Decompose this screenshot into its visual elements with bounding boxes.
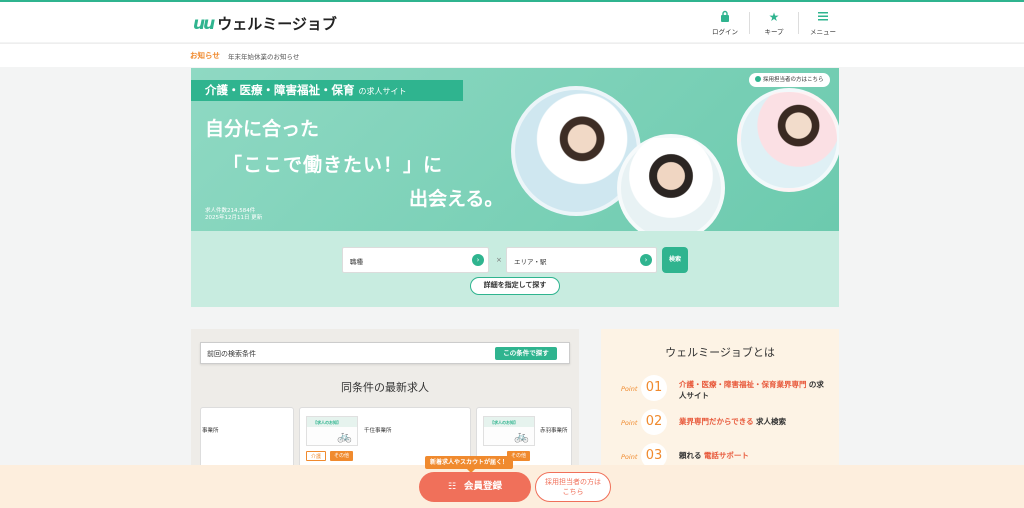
register-button[interactable]: ☷ 会員登録 <box>419 472 531 502</box>
hero-headline-2: 「ここで働きたい！」に <box>223 154 444 176</box>
point-description: 頼れる 電話サポート <box>679 450 829 461</box>
keep-label: キープ <box>764 28 784 36</box>
job-type-label: 職種 <box>350 258 363 266</box>
point-pre: 頼れる <box>679 451 702 460</box>
menu-button[interactable]: メニュー <box>798 10 848 38</box>
arrow-circle-icon <box>755 76 761 82</box>
login-button[interactable]: ログイン <box>700 10 750 38</box>
job-office-name: 事業所 <box>202 428 219 434</box>
point-description: 業界専門だからできる 求人検索 <box>679 416 829 427</box>
menu-label: メニュー <box>810 28 836 36</box>
employer-button-line1: 採用担当者の方は <box>545 478 601 486</box>
category-chip: 介護 <box>306 451 327 461</box>
point-word: Point <box>621 453 638 461</box>
thumb-tag: 【求人のお知】 <box>490 420 518 425</box>
point-word: Point <box>621 385 638 393</box>
point-highlight: 介護・医療・障害福祉・保育業界専門 <box>679 380 807 389</box>
detail-search-button[interactable]: 詳細を指定して探す <box>470 277 560 295</box>
category-chip: その他 <box>330 451 354 461</box>
point-description: 介護・医療・障害福祉・保育業界専門 の求人サイト <box>679 379 829 401</box>
about-title: ウェルミージョブとは <box>665 346 775 359</box>
logo-text: ウェルミージョブ <box>217 15 337 33</box>
point-number: 01 <box>641 375 667 401</box>
employer-link[interactable]: 採用担当者の方はこちら <box>749 73 830 87</box>
promo-tooltip: 新着求人やスカウトが届く！ <box>425 456 514 473</box>
job-thumbnail: 【求人のお知】 🚲 <box>483 416 535 446</box>
site-logo[interactable]: uu ウェルミージョブ <box>193 13 337 34</box>
job-office-name: 千住事業所 <box>364 428 392 434</box>
job-type-select[interactable]: 職種 › <box>342 247 489 273</box>
hero-band-main: 介護・医療・障害福祉・保育 <box>205 83 355 97</box>
lock-icon <box>700 10 750 24</box>
site-header: uu ウェルミージョブ ログイン ★ キープ メニュー <box>0 0 1024 42</box>
hero-headline-1: 自分に合った <box>205 118 320 140</box>
point-word: Point <box>621 419 638 427</box>
notice-bar: お知らせ 年末年始休業のお知らせ <box>0 43 1024 67</box>
bicycle-icon: 🚲 <box>514 429 529 443</box>
hero-band: 介護・医療・障害福祉・保育 の求人サイト <box>191 80 463 101</box>
notice-link[interactable]: 年末年始休業のお知らせ <box>228 51 299 61</box>
login-label: ログイン <box>712 28 738 36</box>
area-label: エリア・駅 <box>514 258 547 266</box>
previous-condition-bar: 前回の検索条件 この条件で探す <box>200 342 570 364</box>
notice-label: お知らせ <box>190 51 220 60</box>
job-office-name: 赤羽事業所 <box>540 428 568 434</box>
search-with-condition-button[interactable]: この条件で探す <box>495 347 557 360</box>
register-label: 会員登録 <box>464 481 503 492</box>
hero-photo-nurse <box>617 134 725 231</box>
search-panel: 職種 › × エリア・駅 › 検索 詳細を指定して探す <box>191 231 839 307</box>
hero-stats: 求人件数214,584件 2025年12月11日 更新 <box>205 208 262 222</box>
times-icon: × <box>496 256 502 264</box>
hero-banner: 介護・医療・障害福祉・保育 の求人サイト 自分に合った 「ここで働きたい！」に 出… <box>191 68 839 231</box>
latest-jobs-title: 同条件の最新求人 <box>341 381 429 394</box>
hero-headline-3: 出会える。 <box>409 188 504 210</box>
job-count: 求人件数214,584件 <box>205 208 256 214</box>
point-highlight: 電話サポート <box>703 451 749 460</box>
bicycle-icon: 🚲 <box>337 429 352 443</box>
point-number: 02 <box>641 409 667 435</box>
hamburger-icon <box>798 10 848 24</box>
search-button[interactable]: 検索 <box>662 247 688 273</box>
update-date: 2025年12月11日 更新 <box>205 215 263 221</box>
employer-button[interactable]: 採用担当者の方は こちら <box>535 472 611 502</box>
point-rest: 求人検索 <box>756 417 787 426</box>
employer-link-label: 採用担当者の方はこちら <box>763 77 824 83</box>
keep-button[interactable]: ★ キープ <box>749 10 799 38</box>
point-highlight: 業界専門だからできる <box>679 417 754 426</box>
chevron-right-icon: › <box>472 254 484 266</box>
area-select[interactable]: エリア・駅 › <box>506 247 657 273</box>
job-thumbnail: 【求人のお知】 🚲 <box>306 416 358 446</box>
employer-button-line2: こちら <box>562 488 584 496</box>
chevron-right-icon: › <box>640 254 652 266</box>
hero-photo-childcare <box>737 88 839 192</box>
thumb-tag: 【求人のお知】 <box>313 420 341 425</box>
logo-mark: uu <box>193 13 215 34</box>
hero-band-small: の求人サイト <box>358 87 407 96</box>
star-icon: ★ <box>768 10 780 24</box>
member-card-icon: ☷ <box>447 482 457 492</box>
previous-condition-label: 前回の検索条件 <box>207 350 256 358</box>
